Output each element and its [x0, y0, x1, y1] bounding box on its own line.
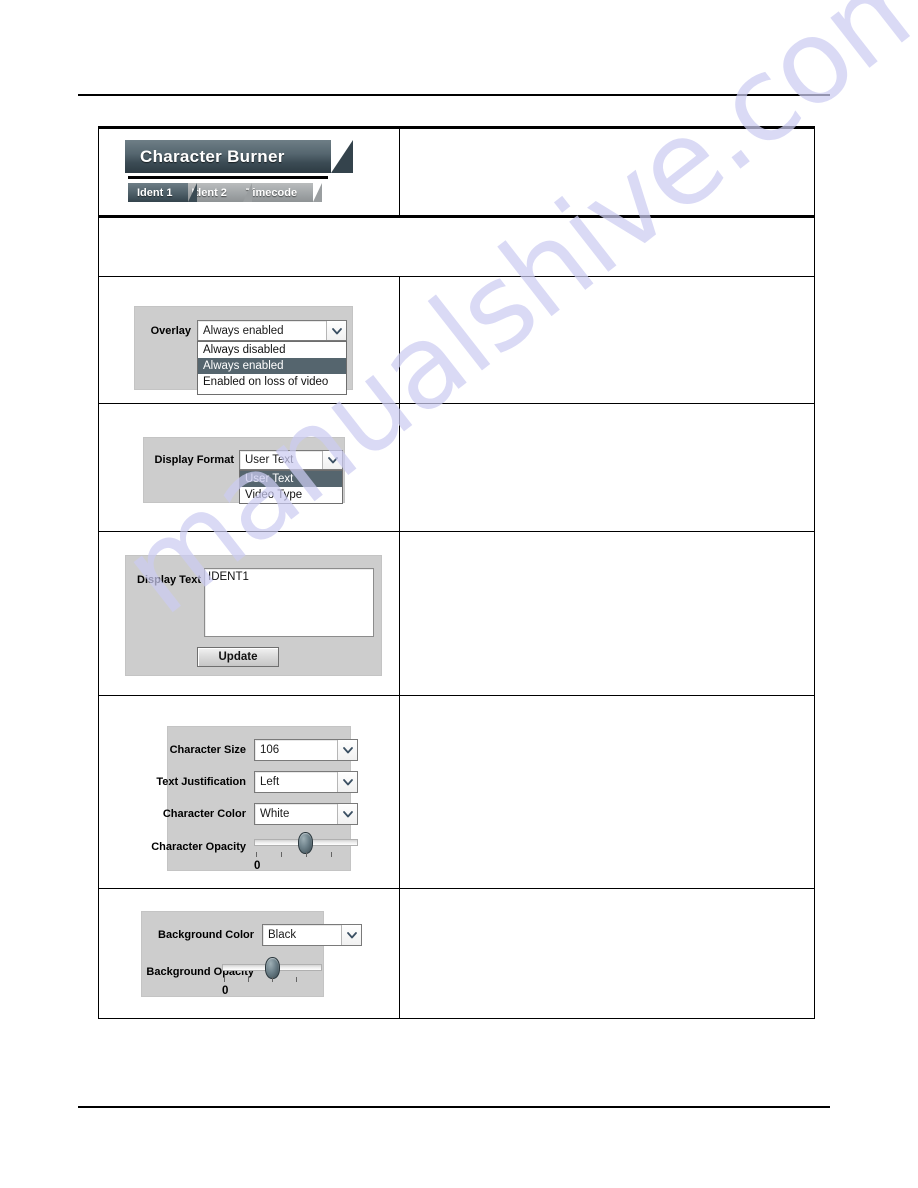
cell-display-text: Display Text IDENT1 Update — [98, 531, 400, 696]
background-color-select[interactable]: Black — [262, 924, 362, 946]
tab-label: Timecode — [245, 186, 298, 199]
banner-underline — [128, 176, 328, 179]
background-opacity-value: 0 — [222, 985, 229, 997]
overlay-label: Overlay — [150, 324, 191, 337]
display-format-label: Display Format — [154, 454, 234, 466]
cell-note-2 — [399, 276, 815, 404]
chevron-down-icon — [341, 925, 361, 945]
chevron-down-icon — [337, 804, 357, 824]
chevron-down-icon — [337, 772, 357, 792]
display-text-panel: Display Text IDENT1 Update — [125, 555, 382, 676]
display-format-option-list[interactable]: User Text Video Type — [239, 470, 343, 504]
slider-ticks — [222, 977, 322, 985]
widget-tabs: Ident 1 Ident 2 Timecode — [128, 183, 323, 202]
cell-note-1 — [399, 126, 815, 217]
overlay-option-1[interactable]: Always enabled — [198, 358, 346, 374]
character-opacity-label: Character Opacity — [151, 841, 246, 853]
overlay-option-2[interactable]: Enabled on loss of video — [198, 374, 346, 390]
table-row: Character Size 106 Text Justification Le… — [98, 695, 815, 889]
character-color-label: Character Color — [162, 808, 246, 820]
cell-overlay: Overlay Always enabled Always disabled A… — [98, 276, 400, 404]
character-settings-panel: Character Size 106 Text Justification Le… — [151, 726, 358, 872]
table-row: Display Text IDENT1 Update — [98, 531, 815, 696]
update-button[interactable]: Update — [197, 647, 279, 667]
table-row: Overlay Always enabled Always disabled A… — [98, 276, 815, 404]
background-color-label: Background Color — [158, 929, 254, 941]
display-format-option-1[interactable]: Video Type — [240, 487, 342, 503]
character-burner-widget: Character Burner Ident 1 Ident 2 Timecod… — [125, 140, 373, 214]
tab-ident-1[interactable]: Ident 1 — [128, 183, 198, 202]
character-size-value: 106 — [260, 744, 280, 756]
slider-ticks — [254, 852, 358, 860]
slider-thumb[interactable] — [298, 832, 313, 854]
chevron-down-icon — [322, 451, 342, 469]
overlay-select-value: Always enabled — [203, 324, 284, 337]
cell-character-settings: Character Size 106 Text Justification Le… — [98, 695, 400, 889]
cell-note-3 — [399, 403, 815, 532]
text-justification-select[interactable]: Left — [254, 771, 358, 793]
background-settings-panel: Background Color Black Background Opacit… — [141, 911, 362, 997]
widget-banner: Character Burner — [125, 140, 353, 173]
display-format-select-value: User Text — [245, 454, 294, 466]
cell-widget-header: Character Burner Ident 1 Ident 2 Timecod… — [98, 126, 400, 217]
cell-note-4 — [399, 531, 815, 696]
page-title: Character Burner — [140, 146, 285, 166]
page-header-rule — [78, 94, 830, 96]
chevron-down-icon — [326, 321, 346, 340]
display-format-option-0[interactable]: User Text — [240, 471, 342, 487]
character-size-select[interactable]: 106 — [254, 739, 358, 761]
display-format-panel: Display Format User Text User Text Video… — [143, 437, 345, 504]
overlay-option-0[interactable]: Always disabled — [198, 342, 346, 358]
screenshot-table: Character Burner Ident 1 Ident 2 Timecod… — [98, 126, 815, 1019]
display-text-label: Display Text — [137, 574, 201, 586]
tab-label: Ident 1 — [137, 186, 173, 199]
overlay-panel: Overlay Always enabled Always disabled A… — [134, 306, 353, 395]
text-justification-label: Text Justification — [156, 776, 246, 788]
overlay-option-clipped[interactable] — [198, 390, 346, 394]
display-text-input[interactable]: IDENT1 — [204, 568, 374, 637]
character-opacity-slider[interactable]: 0 — [254, 830, 358, 872]
table-row: Character Burner Ident 1 Ident 2 Timecod… — [98, 126, 815, 217]
page-footer-rule — [78, 1106, 830, 1108]
cell-note-6 — [399, 888, 815, 1019]
background-color-value: Black — [268, 929, 297, 941]
background-opacity-slider[interactable]: 0 — [222, 955, 322, 997]
character-color-value: White — [260, 808, 290, 820]
cell-note-5 — [399, 695, 815, 889]
character-color-select[interactable]: White — [254, 803, 358, 825]
text-justification-value: Left — [260, 776, 280, 788]
display-format-select[interactable]: User Text — [239, 450, 343, 470]
slider-thumb[interactable] — [265, 957, 280, 979]
chevron-down-icon — [337, 740, 357, 760]
character-opacity-value: 0 — [254, 860, 261, 872]
overlay-option-list[interactable]: Always disabled Always enabled Enabled o… — [197, 341, 347, 395]
overlay-select[interactable]: Always enabled — [197, 320, 347, 341]
character-size-label: Character Size — [169, 744, 246, 756]
